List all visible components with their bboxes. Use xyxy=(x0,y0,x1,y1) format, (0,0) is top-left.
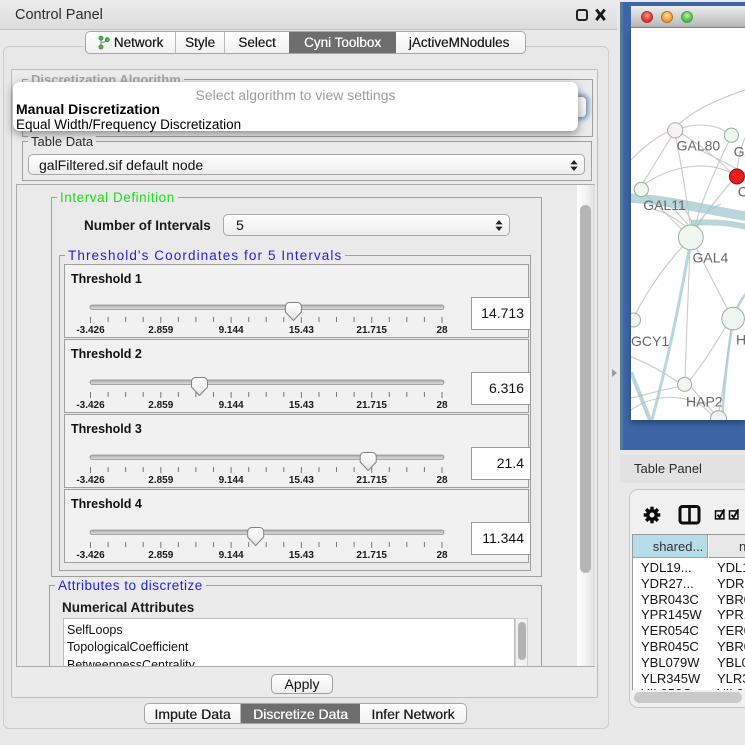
svg-text:GAL11: GAL11 xyxy=(643,197,686,213)
svg-text:HAP2: HAP2 xyxy=(686,394,723,410)
svg-text:GAL: GAL xyxy=(734,144,745,160)
svg-text:GAL80: GAL80 xyxy=(677,138,721,154)
svg-text:GCY1: GCY1 xyxy=(631,333,669,349)
svg-text:C: C xyxy=(738,184,745,200)
svg-text:GAL4: GAL4 xyxy=(693,250,729,266)
svg-text:HIS: HIS xyxy=(736,331,745,347)
